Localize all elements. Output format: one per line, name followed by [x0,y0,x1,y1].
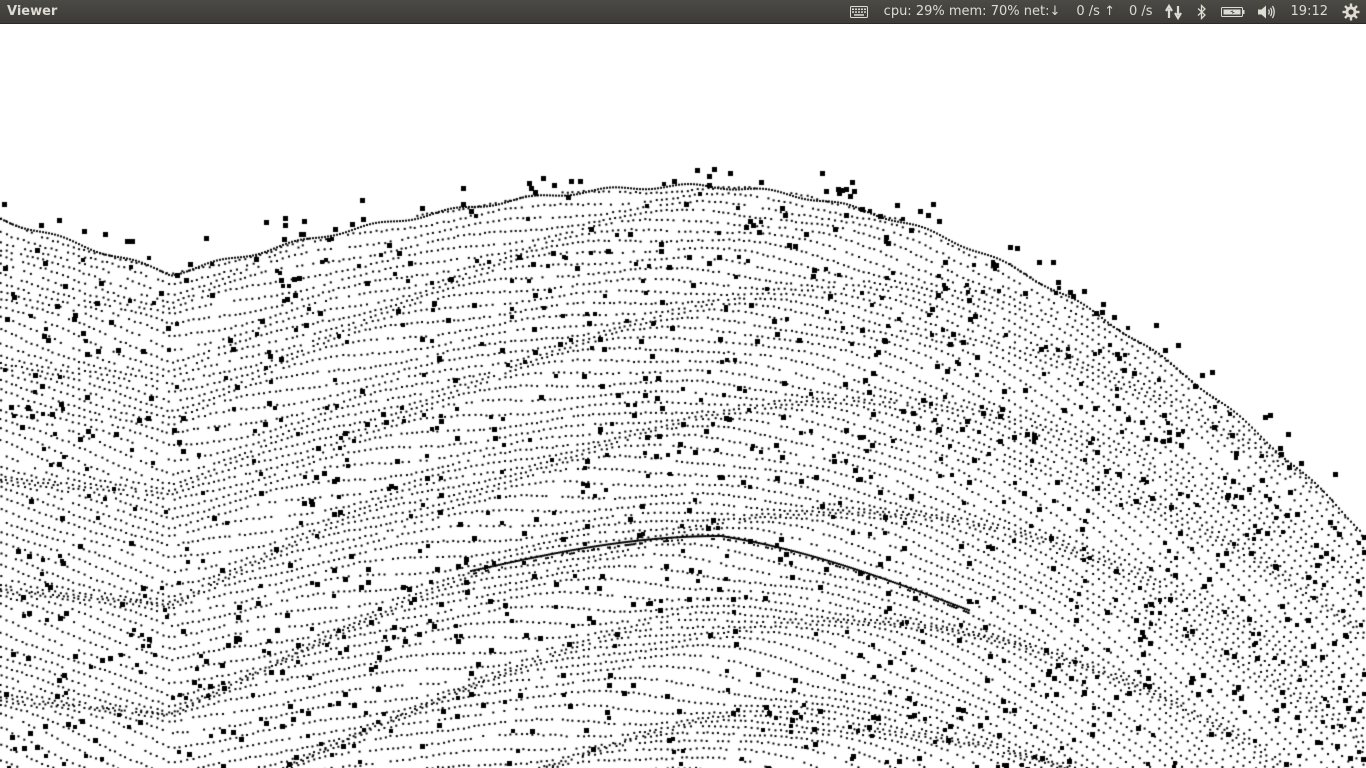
bluetooth-icon[interactable] [1197,0,1207,24]
net-up-rate: 0 /s [1128,4,1153,19]
gear-icon[interactable] [1342,0,1360,24]
net-down-arrow: ↓ [1049,4,1061,19]
indicator-area: cpu: 29% mem: 70% net: ↓ 0 /s ↑ 0 /s 19:… [849,0,1366,24]
cpu-usage: cpu: 29% [883,4,945,19]
clock[interactable]: 19:12 [1291,0,1328,24]
battery-icon[interactable] [1220,0,1245,24]
volume-icon[interactable] [1257,0,1277,24]
app-title: Viewer [7,4,58,19]
net-down-rate: 0 /s [1076,4,1100,19]
mem-usage: mem: 70% [948,4,1020,19]
top-panel: Viewer cpu: 29% mem: 70% net: ↓ 0 /s ↑ 0… [0,0,1366,24]
keyboard-icon[interactable] [849,0,868,24]
net-up-arrow: ↑ [1104,4,1115,19]
viewer-canvas-area[interactable] [0,24,1366,768]
point-cloud-canvas[interactable] [0,24,1366,768]
system-monitor-indicator[interactable]: cpu: 29% mem: 70% net: ↓ 0 /s ↑ 0 /s [884,0,1153,24]
network-updown-icon[interactable] [1164,0,1183,24]
net-label: net: [1023,4,1050,19]
